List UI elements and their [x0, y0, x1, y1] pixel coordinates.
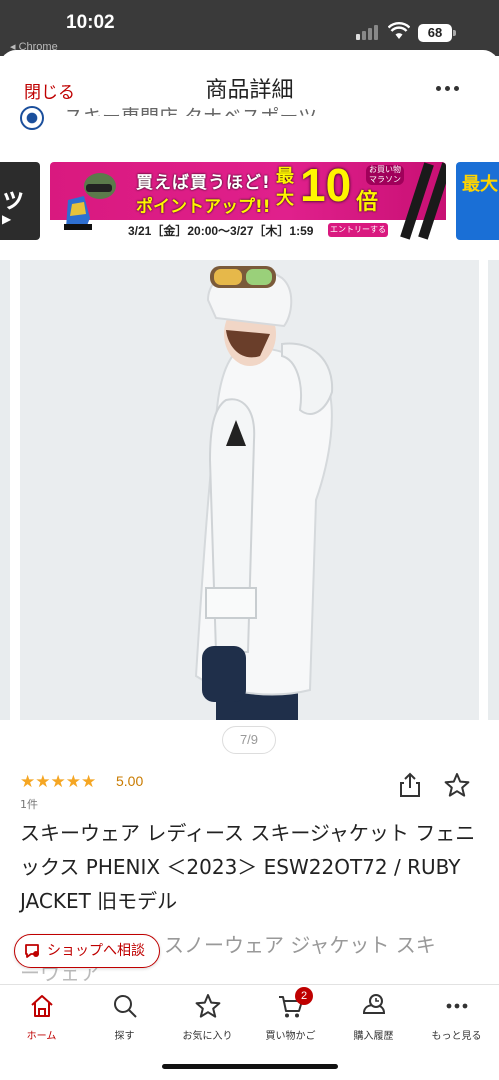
nav-more[interactable]: もっと見る	[415, 985, 498, 1049]
review-count[interactable]: 1件	[20, 796, 38, 812]
banner-subheadline: ポイントアップ!!	[136, 197, 271, 217]
banner-entry-button[interactable]: エントリーする▶	[328, 223, 388, 240]
nav-home[interactable]: ホーム	[0, 985, 83, 1049]
nav-search-label: 探す	[114, 1031, 135, 1042]
product-subtitle: スノーウェア ジャケット スキ	[164, 933, 436, 957]
banner-right-text: 最大	[462, 174, 498, 195]
chat-icon	[25, 944, 39, 958]
banner-multiplier-unit: 倍	[356, 190, 379, 215]
signal-icon	[356, 24, 380, 40]
home-indicator[interactable]	[162, 1064, 338, 1069]
campaign-banner[interactable]: 買えば買うほど! ポイントアップ!! 最大 10 倍 お買い物マラソン 3/21…	[50, 162, 446, 240]
gallery-next-image[interactable]	[488, 260, 499, 720]
nav-favorites-label: お気に入り	[182, 1031, 233, 1042]
star-icon	[195, 994, 221, 1018]
nav-search[interactable]: 探す	[83, 985, 166, 1049]
status-time: 10:02	[66, 12, 115, 33]
banner-left-arrow: ▶	[2, 212, 12, 226]
model-photo	[20, 260, 479, 720]
cart-count-badge: 2	[295, 987, 313, 1005]
more-dots-icon[interactable]	[436, 86, 460, 92]
history-icon	[362, 994, 386, 1014]
banner-previous[interactable]: ッ ▶	[0, 162, 40, 240]
share-icon[interactable]	[398, 772, 422, 798]
image-counter: 7/9	[222, 726, 276, 754]
search-icon	[114, 995, 137, 1018]
nav-favorites[interactable]: お気に入り	[166, 985, 249, 1049]
page-title: 商品詳細	[205, 78, 294, 103]
shop-consult-label: ショップへ相談	[47, 943, 145, 959]
shop-name[interactable]: スキー専門店 タナベスポーツ	[64, 102, 317, 116]
banner-multiplier: 10	[300, 162, 352, 211]
product-detail-sheet: 閉じる 商品詳細 スキー専門店 タナベスポーツ ッ ▶ 買えば買うほど! ポイン…	[0, 50, 499, 1080]
banner-max-label: 最大	[276, 166, 294, 209]
nav-more-label: もっと見る	[431, 1031, 482, 1042]
banner-next[interactable]: 最大	[456, 162, 499, 240]
nav-cart-label: 買い物かご	[265, 1031, 316, 1042]
shop-logo[interactable]	[20, 106, 44, 130]
banner-headline: 買えば買うほど!	[136, 173, 271, 193]
favorite-star-icon[interactable]	[444, 772, 470, 798]
shop-consult-button[interactable]: ショップへ相談	[14, 934, 160, 968]
ski-helmet-image	[64, 173, 116, 230]
battery-indicator: 68	[418, 24, 452, 42]
rating-value: 5.00	[116, 773, 144, 789]
product-title: スキーウェア レディース スキージャケット フェニックス PHENIX ＜202…	[20, 821, 476, 913]
product-image[interactable]	[20, 260, 479, 720]
wifi-icon	[388, 22, 410, 39]
nav-history-label: 購入履歴	[353, 1031, 394, 1042]
marathon-badge: お買い物マラソン	[366, 165, 404, 185]
rating[interactable]: ★★★★★ 5.00	[20, 772, 143, 792]
nav-history[interactable]: 購入履歴	[332, 985, 415, 1049]
nav-home-label: ホーム	[26, 1031, 57, 1042]
battery-tip	[453, 30, 456, 36]
home-icon	[31, 995, 53, 1017]
more-dots-icon	[446, 1003, 468, 1009]
rating-stars: ★★★★★	[20, 772, 97, 792]
banner-dates: 3/21［金］20:00～3/27［木］1:59	[128, 224, 314, 238]
nav-cart[interactable]: 2 買い物かご	[249, 985, 332, 1049]
banner-left-text: ッ	[0, 184, 27, 214]
status-bar: 10:02 ◂ Chrome 68	[0, 0, 499, 56]
gallery-prev-image[interactable]	[0, 260, 10, 720]
